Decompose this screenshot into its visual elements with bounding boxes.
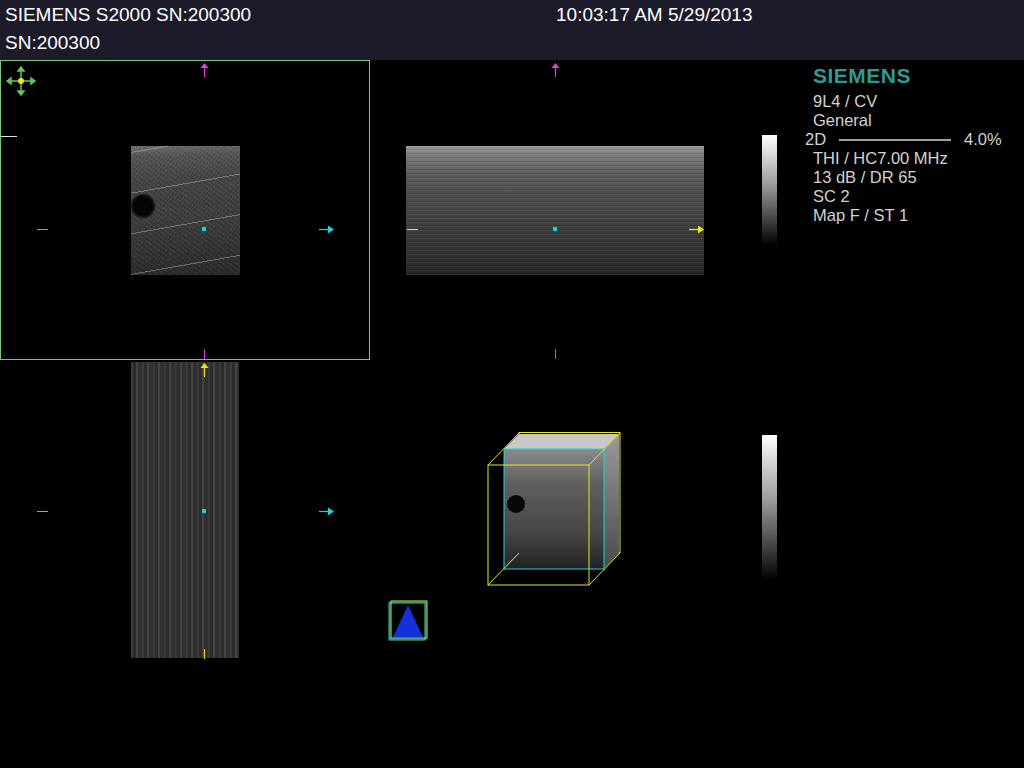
header-row: SIEMENS S2000 SN:20030010:03:17 AM 5/29/…: [5, 1, 1019, 29]
left-marker: [37, 511, 48, 512]
top-marker: [200, 363, 209, 377]
right-marker: [689, 225, 704, 234]
orientation-triangle-icon: [387, 599, 429, 643]
mode-value: 4.0%: [964, 130, 1002, 149]
setting-line: THI / HC7.00 MHz: [805, 149, 1002, 168]
top-marker: [200, 63, 209, 77]
move-control[interactable]: [6, 66, 36, 96]
mode-line: [839, 139, 951, 141]
info-side: SIEMENS 9L4 / CVGeneral2D 4.0%THI / HC7.00…: [740, 60, 1024, 768]
plane-view[interactable]: [370, 60, 740, 360]
top-marker: [551, 63, 560, 77]
bottom-marker: [555, 349, 556, 359]
scan-image[interactable]: [406, 146, 704, 275]
header-row: SN:200300: [5, 29, 1019, 57]
orientation-marker: [387, 599, 429, 643]
up-arrow-icon: [551, 63, 560, 77]
preset-label: General: [805, 111, 1002, 130]
grayscale-bar: [762, 135, 777, 245]
plane-view[interactable]: [0, 60, 370, 360]
mode-label: 2D: [805, 130, 826, 149]
scan-image[interactable]: [131, 146, 240, 275]
up-arrow-icon: [200, 363, 209, 377]
bottom-marker: [204, 349, 205, 359]
up-arrow-icon: [200, 63, 209, 77]
setting-line: 13 dB / DR 65: [805, 168, 1002, 187]
timestamp: 10:03:17 AM 5/29/2013: [556, 1, 1019, 29]
move-icon[interactable]: [6, 66, 36, 96]
left-marker: [407, 229, 418, 230]
system-label: SIEMENS S2000 SN:200300: [5, 1, 556, 29]
scan-image[interactable]: [131, 362, 239, 658]
mode-row: 2D 4.0%: [805, 130, 1002, 149]
depth-tick: [1, 136, 17, 137]
grayscale-bar: [762, 435, 777, 580]
viewport-grid: [0, 60, 740, 768]
right-arrow-icon: [689, 225, 704, 234]
center-dot[interactable]: [553, 227, 557, 231]
setting-line: SC 2: [805, 187, 1002, 206]
header-bar: SIEMENS S2000 SN:20030010:03:17 AM 5/29/…: [0, 0, 1024, 60]
right-marker: [319, 225, 334, 234]
right-arrow-icon: [319, 507, 334, 516]
bottom-marker: [204, 649, 205, 659]
main-area: SIEMENS 9L4 / CVGeneral2D 4.0%THI / HC7.00…: [0, 60, 1024, 768]
left-marker: [37, 229, 48, 230]
grayscale-bars: [762, 60, 777, 768]
plane-view[interactable]: [0, 360, 370, 660]
center-dot[interactable]: [202, 227, 206, 231]
right-marker: [319, 507, 334, 516]
transducer-label: 9L4 / CV: [805, 92, 1002, 111]
siemens-logo: SIEMENS: [813, 64, 1002, 88]
serial-label: SN:200300: [5, 29, 556, 57]
center-dot[interactable]: [202, 509, 206, 513]
info-panel: SIEMENS 9L4 / CVGeneral2D 4.0%THI / HC7.00…: [805, 60, 1002, 768]
right-arrow-icon: [319, 225, 334, 234]
setting-line: Map F / ST 1: [805, 206, 1002, 225]
volume-cube[interactable]: [486, 432, 624, 588]
volume-view[interactable]: [370, 360, 740, 660]
ultrasound-screen: SIEMENS S2000 SN:20030010:03:17 AM 5/29/…: [0, 0, 1024, 768]
